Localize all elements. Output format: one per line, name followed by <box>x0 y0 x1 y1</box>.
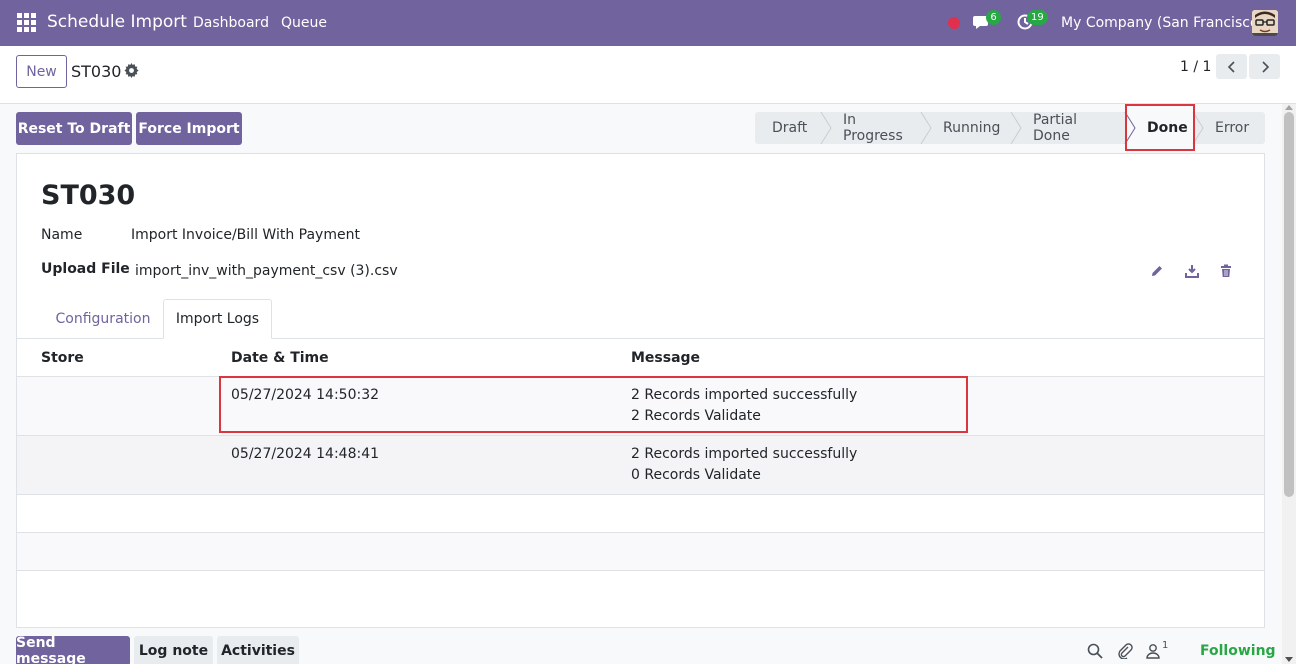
top-navbar: Schedule Import Dashboard Queue 6 19 My … <box>0 0 1296 46</box>
stage-error[interactable]: Error <box>1193 112 1265 144</box>
stage-label: Draft <box>772 120 808 136</box>
tab-import-logs[interactable]: Import Logs <box>163 299 272 339</box>
stage-label: Error <box>1215 120 1250 136</box>
empty-row <box>17 495 1264 533</box>
following-button[interactable]: Following <box>1200 643 1276 659</box>
activities-badge: 19 <box>1027 10 1048 25</box>
search-icon[interactable] <box>1087 643 1103 659</box>
record-name-heading: ST030 <box>41 180 136 211</box>
table-row[interactable]: 05/27/2024 14:48:41 2 Records imported s… <box>17 436 1264 495</box>
send-message-button[interactable]: Send message <box>16 635 130 664</box>
cell-datetime: 05/27/2024 14:48:41 <box>231 446 380 462</box>
stage-partial-done[interactable]: Partial Done <box>1011 112 1125 144</box>
tab-configuration[interactable]: Configuration <box>47 299 159 339</box>
activities-button[interactable]: Activities <box>217 636 299 664</box>
control-panel: New ST030 1 / 1 <box>0 46 1296 104</box>
stage-label: Running <box>943 120 1001 136</box>
reset-to-draft-button[interactable]: Reset To Draft <box>16 112 132 145</box>
nav-queue[interactable]: Queue <box>281 15 327 31</box>
log-note-button[interactable]: Log note <box>134 636 213 664</box>
force-import-button[interactable]: Force Import <box>136 112 242 145</box>
stage-label: Partial Done <box>1033 112 1077 144</box>
edit-pencil-icon[interactable] <box>1150 264 1164 278</box>
page-scrollbar[interactable] <box>1282 104 1296 664</box>
messages-badge: 6 <box>986 10 1001 25</box>
upload-file-label: Upload File <box>41 261 130 277</box>
recording-indicator-icon[interactable] <box>948 17 960 29</box>
chevron-left-icon <box>1227 60 1235 73</box>
done-stage-highlight <box>1125 104 1195 151</box>
pager-next-button[interactable] <box>1249 54 1280 79</box>
scroll-up-arrow-icon[interactable] <box>1285 105 1293 110</box>
followers-user-icon[interactable] <box>1145 643 1161 659</box>
import-logs-table: Store Date & Time Message 05/27/2024 14:… <box>17 339 1264 571</box>
company-switcher[interactable]: My Company (San Francisco) <box>1061 15 1264 31</box>
upload-file-value[interactable]: import_inv_with_payment_csv (3).csv <box>135 263 398 279</box>
trash-icon[interactable] <box>1219 264 1233 278</box>
scroll-down-arrow-icon[interactable] <box>1285 657 1293 662</box>
pager-value[interactable]: 1 / 1 <box>1180 59 1211 75</box>
empty-row <box>17 533 1264 571</box>
user-avatar[interactable] <box>1252 10 1278 36</box>
stage-in-progress[interactable]: In Progress <box>821 112 921 144</box>
download-icon[interactable] <box>1185 264 1199 278</box>
notebook-tabs: Configuration Import Logs <box>17 299 1264 339</box>
pager-previous-button[interactable] <box>1216 54 1247 79</box>
gear-icon[interactable] <box>124 63 139 78</box>
stage-label: In Progress <box>843 112 903 144</box>
chevron-right-icon <box>1261 60 1269 73</box>
stage-draft[interactable]: Draft <box>755 112 821 144</box>
apps-menu-icon[interactable] <box>17 13 36 32</box>
followers-count: 1 <box>1162 640 1169 651</box>
breadcrumb-record-title: ST030 <box>71 62 122 81</box>
nav-dashboard[interactable]: Dashboard <box>193 15 269 31</box>
new-button[interactable]: New <box>16 55 67 88</box>
cell-message-line2: 0 Records Validate <box>631 467 761 483</box>
paperclip-icon[interactable] <box>1117 643 1133 659</box>
column-store[interactable]: Store <box>41 350 84 366</box>
app-title[interactable]: Schedule Import <box>47 12 187 32</box>
column-message[interactable]: Message <box>631 350 700 366</box>
scroll-thumb[interactable] <box>1284 112 1294 497</box>
column-datetime[interactable]: Date & Time <box>231 350 329 366</box>
cell-message-line1: 2 Records imported successfully <box>631 446 858 462</box>
table-header: Store Date & Time Message <box>17 339 1264 377</box>
name-field-label: Name <box>41 227 83 243</box>
name-field-value[interactable]: Import Invoice/Bill With Payment <box>131 227 360 243</box>
stage-running[interactable]: Running <box>921 112 1011 144</box>
latest-log-highlight <box>219 376 968 433</box>
